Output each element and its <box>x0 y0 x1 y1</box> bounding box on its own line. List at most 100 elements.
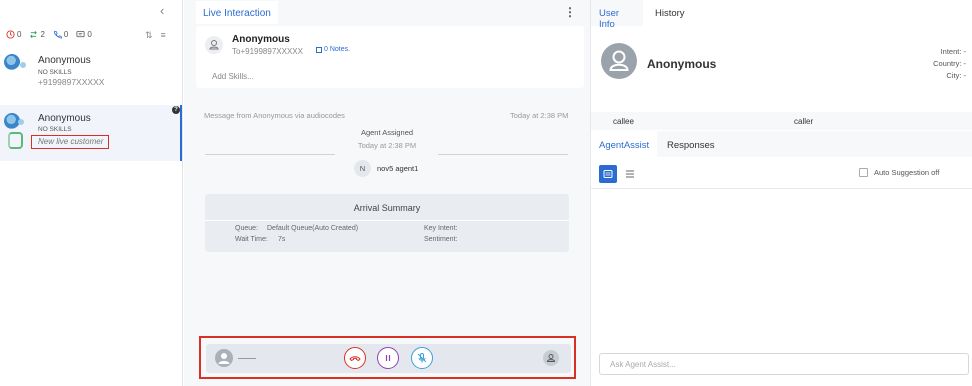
user-avatar <box>601 43 637 79</box>
center-tab-bar: Live Interaction ⋮ <box>184 0 590 24</box>
stat-chats-count: 0 <box>87 30 92 39</box>
divider <box>205 220 569 221</box>
wait-time-value: 7s <box>278 236 286 243</box>
contact-name: Anonymous <box>232 34 290 45</box>
conversation-name: Anonymous <box>38 113 91 124</box>
pause-icon <box>385 355 391 361</box>
chat-icon <box>76 30 85 38</box>
sentiment-label: Sentiment: <box>424 236 458 243</box>
callee-label: callee <box>613 117 634 126</box>
contact-avatar <box>205 36 223 54</box>
tab-responses[interactable]: Responses <box>667 140 715 151</box>
add-skills-field[interactable]: Add Skills... <box>212 72 254 81</box>
tab-agent-assist[interactable]: AgentAssist <box>591 131 657 157</box>
user-info-panel: User Info History Anonymous Intent: - Co… <box>590 0 972 386</box>
conversation-phone: +9199897XXXXX <box>38 77 105 87</box>
phone-hangup-icon <box>349 356 361 362</box>
agent-assigned-title: Agent Assigned <box>360 128 414 137</box>
list-view-icon[interactable] <box>623 167 637 181</box>
auto-suggestion-label: Auto Suggestion off <box>874 168 940 177</box>
conversation-list-panel: ‹ 0 2 0 0 ⇅ ≡ Anonymous NO SKILLS +91998… <box>0 0 183 386</box>
user-icon <box>609 50 629 71</box>
transfer-icon <box>30 31 38 38</box>
conversation-item[interactable]: Anonymous NO SKILLS +9199897XXXXX <box>0 48 182 100</box>
stat-calls-count: 0 <box>63 30 69 39</box>
call-control-bar <box>206 344 571 373</box>
contact-card: Anonymous To+9199897XXXXX 0 Notes. Add S… <box>196 26 584 88</box>
stat-transfer-count: 2 <box>40 30 45 39</box>
tab-history[interactable]: History <box>655 8 685 19</box>
conversation-skill: NO SKILLS <box>38 69 72 76</box>
call-status-line <box>238 358 256 359</box>
mute-button[interactable] <box>411 347 433 369</box>
sort-icon[interactable]: ⇅ <box>145 30 153 41</box>
stat-calls[interactable]: 0 <box>53 30 68 39</box>
user-icon <box>218 353 230 364</box>
wait-time-label: Wait Time: <box>235 236 268 243</box>
country-field: Country: - <box>933 59 966 68</box>
conversation-name: Anonymous <box>38 55 91 66</box>
caller-avatar <box>215 349 233 367</box>
agent-name: nov5 agent1 <box>377 164 419 173</box>
notes-link[interactable]: 0 Notes. <box>316 46 350 53</box>
channel-dot <box>20 62 26 68</box>
queue-label: Queue: <box>235 225 258 232</box>
menu-icon[interactable]: ≡ <box>161 30 166 41</box>
card-view-icon <box>603 170 613 178</box>
card-view-button[interactable] <box>599 165 617 183</box>
ask-agent-assist-input[interactable] <box>599 353 969 375</box>
stat-transfer[interactable]: 2 <box>29 30 45 39</box>
conversation-item-active[interactable]: ? Anonymous NO SKILLS New live customer <box>0 105 182 161</box>
assist-toolbar: Auto Suggestion off <box>591 157 972 189</box>
message-timestamp: Today at 2:38 PM <box>510 111 569 120</box>
queue-stats: 0 2 0 0 <box>6 30 92 39</box>
notes-label: 0 Notes. <box>324 46 351 53</box>
assist-tab-bar: AgentAssist Responses <box>591 131 972 157</box>
arrival-summary-title: Arrival Summary <box>353 203 421 213</box>
queue-value: Default Queue(Auto Created) <box>267 225 359 232</box>
stat-waiting[interactable]: 0 <box>6 30 21 39</box>
arrival-summary-card: Arrival Summary Queue: Default Queue(Aut… <box>205 194 569 252</box>
phone-icon <box>53 30 62 39</box>
agent-initial-avatar: N <box>354 160 371 177</box>
key-intent-label: Key Intent: <box>424 225 458 232</box>
list-controls: ⇅ ≡ <box>145 30 166 41</box>
chevron-left-icon[interactable]: ‹ <box>160 3 164 18</box>
tab-user-info[interactable]: User Info <box>591 0 643 30</box>
contact-phone: To+9199897XXXXX <box>232 47 303 56</box>
conversation-tag: New live customer <box>31 135 109 149</box>
call-parties-row: callee caller <box>591 112 972 130</box>
hangup-button[interactable] <box>344 347 366 369</box>
user-icon <box>547 354 555 362</box>
caller-label: caller <box>794 117 814 126</box>
stat-waiting-count: 0 <box>17 30 22 39</box>
call-controls-highlight <box>199 336 576 379</box>
transfer-user-button[interactable] <box>543 350 559 366</box>
message-source: Message from Anonymous via audiocodes <box>204 111 345 120</box>
intent-field: Intent: - <box>940 47 966 56</box>
right-tab-bar: User Info History <box>591 0 972 30</box>
stat-chats[interactable]: 0 <box>76 30 92 39</box>
channel-icon <box>8 132 23 149</box>
mic-off-icon <box>417 353 427 363</box>
clock-icon <box>6 30 15 39</box>
auto-suggestion-toggle[interactable]: Auto Suggestion off <box>859 168 939 177</box>
user-icon <box>209 40 219 50</box>
customer-avatar <box>4 54 20 70</box>
help-badge-icon: ? <box>172 106 180 114</box>
hold-button[interactable] <box>377 347 399 369</box>
user-name: Anonymous <box>647 57 717 71</box>
notes-icon <box>316 46 322 53</box>
city-field: City: - <box>946 71 966 80</box>
chat-transcript: Message from Anonymous via audiocodes To… <box>184 100 590 336</box>
agent-assigned-time: Today at 2:38 PM <box>357 141 417 150</box>
divider <box>205 154 335 155</box>
channel-dot <box>18 119 24 125</box>
divider <box>438 154 568 155</box>
live-interaction-panel: Live Interaction ⋮ Anonymous To+9199897X… <box>184 0 590 386</box>
auto-suggestion-checkbox[interactable] <box>859 168 868 177</box>
assigned-agent: N nov5 agent1 <box>354 160 418 177</box>
conversation-skill: NO SKILLS <box>38 126 72 133</box>
tab-live-interaction[interactable]: Live Interaction <box>196 1 278 24</box>
more-vertical-icon[interactable]: ⋮ <box>564 5 576 19</box>
